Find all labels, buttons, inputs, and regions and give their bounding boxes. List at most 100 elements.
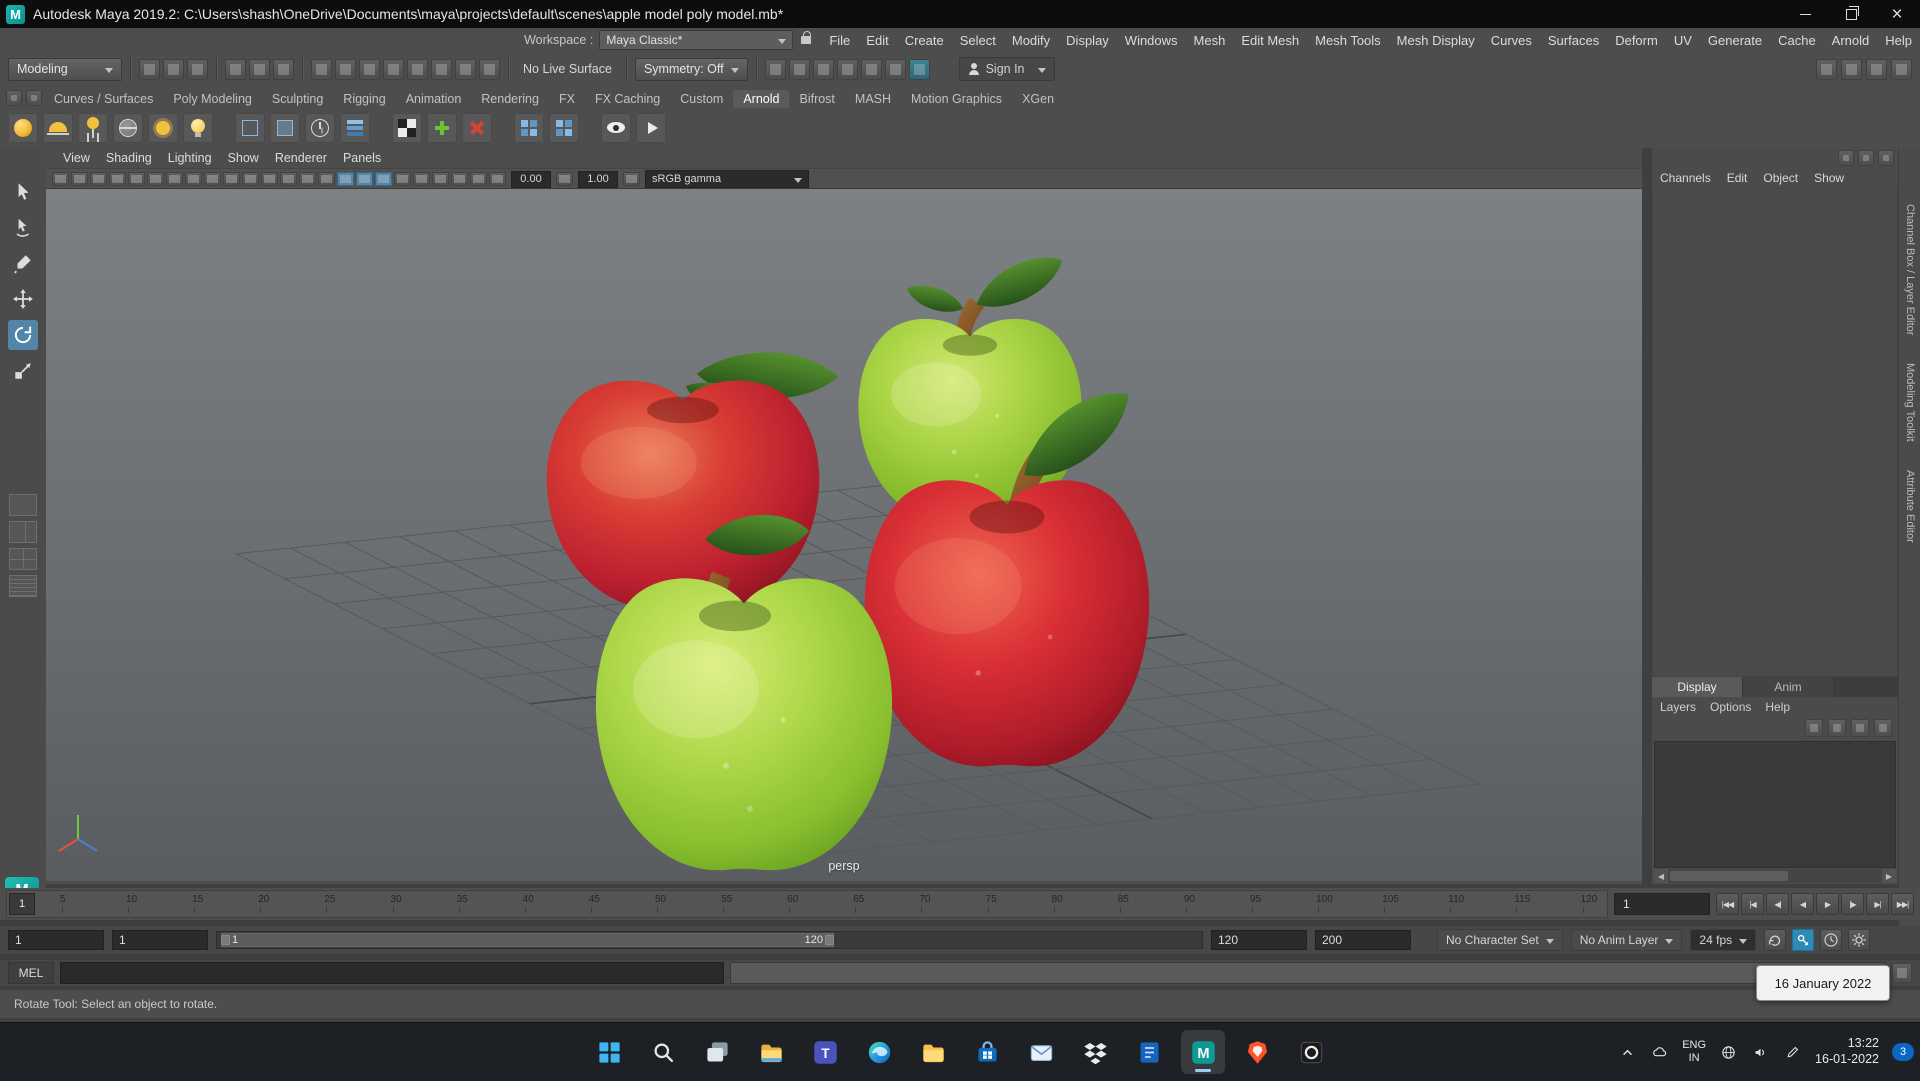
camera-attributes[interactable] [90, 172, 107, 186]
arnold-flush-cache[interactable] [305, 113, 335, 143]
toggle-channel-box[interactable] [1891, 58, 1912, 80]
layer-list[interactable] [1654, 741, 1896, 868]
snap-to-curve[interactable] [335, 58, 356, 80]
auto-keyframe[interactable] [1792, 929, 1815, 951]
arnold-mesh-light[interactable] [78, 113, 108, 143]
shelf-options-gear-icon[interactable] [6, 90, 22, 106]
notification-badge[interactable]: 3 [1892, 1043, 1914, 1061]
arnold-add-utility[interactable] [427, 113, 457, 143]
grid-toggle[interactable] [185, 172, 202, 186]
arnold-light-portal[interactable] [148, 113, 178, 143]
rotate-tool[interactable] [8, 320, 38, 350]
input-connections[interactable] [455, 58, 476, 80]
store[interactable] [965, 1030, 1009, 1074]
arnold-physical-sky[interactable] [183, 113, 213, 143]
menu-item[interactable]: Mesh [1186, 33, 1234, 48]
tray-chevron-up[interactable] [1618, 1043, 1637, 1062]
sidebar-tab[interactable]: Attribute Editor [1904, 470, 1916, 543]
window-close-button[interactable] [1874, 0, 1920, 28]
file-explorer[interactable] [749, 1030, 793, 1074]
shelf-tab[interactable]: Bifrost [789, 90, 844, 108]
play-forward[interactable]: ▶ [1816, 893, 1839, 915]
snapshot-render[interactable] [788, 58, 810, 80]
paint-select-tool[interactable] [8, 248, 38, 278]
shadows-toggle[interactable] [394, 172, 411, 186]
scroll-right-icon[interactable]: ▶ [1882, 869, 1896, 883]
shelf-tab[interactable]: Motion Graphics [901, 90, 1012, 108]
shelf-tab[interactable]: Rendering [471, 90, 549, 108]
live-surface-label[interactable]: No Live Surface [523, 62, 612, 76]
tray-pen[interactable] [1783, 1043, 1802, 1062]
manip-speed-medium[interactable] [1858, 150, 1874, 166]
layer-editor-menu-item[interactable]: Help [1765, 700, 1790, 714]
create-empty-layer[interactable] [1851, 719, 1869, 737]
layer-editor-menu-item[interactable]: Layers [1660, 700, 1696, 714]
workspace-dropdown[interactable]: Maya Classic* [599, 30, 794, 50]
playback-range[interactable]: 1 120 [220, 933, 834, 947]
scale-tool[interactable] [8, 356, 38, 386]
shaded-mode[interactable] [337, 172, 354, 186]
panel-menu-item[interactable]: View [56, 151, 97, 165]
redo[interactable] [249, 58, 270, 80]
language-indicator[interactable]: ENG IN [1682, 1039, 1706, 1064]
menu-item[interactable]: Display [1058, 33, 1117, 48]
menu-item[interactable]: Select [952, 33, 1004, 48]
clock[interactable]: 13:22 16-01-2022 [1815, 1036, 1879, 1067]
menu-item[interactable]: Mesh Tools [1307, 33, 1389, 48]
wireframe-mode[interactable] [318, 172, 335, 186]
current-frame-indicator[interactable]: 1 [9, 893, 35, 915]
gamma-icon[interactable] [556, 172, 573, 186]
shelf-tab[interactable]: Rigging [333, 90, 395, 108]
menu-item[interactable]: Curves [1483, 33, 1540, 48]
render-settings[interactable] [836, 58, 858, 80]
mail[interactable] [1019, 1030, 1063, 1074]
step-forward-frame[interactable]: ▶| [1866, 893, 1889, 915]
channel-box-menu-item[interactable]: Edit [1727, 171, 1748, 185]
toggle-modeling-toolkit[interactable] [1816, 58, 1837, 80]
symmetry-dropdown[interactable]: Symmetry: Off [634, 57, 748, 81]
light-editor[interactable] [884, 58, 906, 80]
arnold-remove-utility[interactable] [462, 113, 492, 143]
layer-scrollbar[interactable]: ◀ ▶ [1654, 869, 1896, 883]
menu-item[interactable]: Modify [1004, 33, 1058, 48]
dropbox[interactable] [1073, 1030, 1117, 1074]
panel-menu-item[interactable]: Panels [336, 151, 388, 165]
shelf-tab[interactable]: Arnold [733, 90, 790, 108]
workspace-lock-icon[interactable] [801, 31, 812, 44]
panel-menu-item[interactable]: Show [221, 151, 266, 165]
menu-item[interactable]: Cache [1770, 33, 1824, 48]
bookmarks[interactable] [109, 172, 126, 186]
menu-item[interactable]: Surfaces [1540, 33, 1607, 48]
image-plane[interactable] [128, 172, 145, 186]
panel-menu-item[interactable]: Lighting [161, 151, 219, 165]
tray-onedrive[interactable] [1650, 1043, 1669, 1062]
make-live[interactable] [431, 58, 452, 80]
create-layer-from-selected[interactable] [1874, 719, 1892, 737]
new-scene[interactable] [139, 58, 160, 80]
menu-item[interactable]: Deform [1607, 33, 1666, 48]
menu-item[interactable]: Create [897, 33, 952, 48]
layer-editor-tab[interactable]: Display [1652, 677, 1743, 697]
layout-two-pane[interactable] [9, 521, 37, 543]
isolate-select[interactable] [489, 172, 506, 186]
depth-peeling[interactable] [470, 172, 487, 186]
shelf-tabs-toggle-icon[interactable] [26, 90, 42, 106]
brave[interactable] [1235, 1030, 1279, 1074]
save-scene[interactable] [187, 58, 208, 80]
layer-editor-menu-item[interactable]: Options [1710, 700, 1751, 714]
arnold-tx-manager[interactable] [392, 113, 422, 143]
command-line-mode-button[interactable]: MEL [8, 962, 54, 984]
channel-box-menu-item[interactable]: Show [1814, 171, 1844, 185]
safe-title[interactable] [299, 172, 316, 186]
gate-mask[interactable] [242, 172, 259, 186]
menu-item[interactable]: Edit [858, 33, 896, 48]
field-chart[interactable] [261, 172, 278, 186]
start[interactable] [587, 1030, 631, 1074]
panel-divider[interactable] [1642, 148, 1652, 884]
playback-speed[interactable] [1820, 929, 1843, 951]
task-view[interactable] [695, 1030, 739, 1074]
ipr-render[interactable] [812, 58, 834, 80]
animation-preferences[interactable] [1848, 929, 1871, 951]
go-to-start[interactable]: |◀◀ [1716, 893, 1739, 915]
menu-item[interactable]: Windows [1117, 33, 1186, 48]
